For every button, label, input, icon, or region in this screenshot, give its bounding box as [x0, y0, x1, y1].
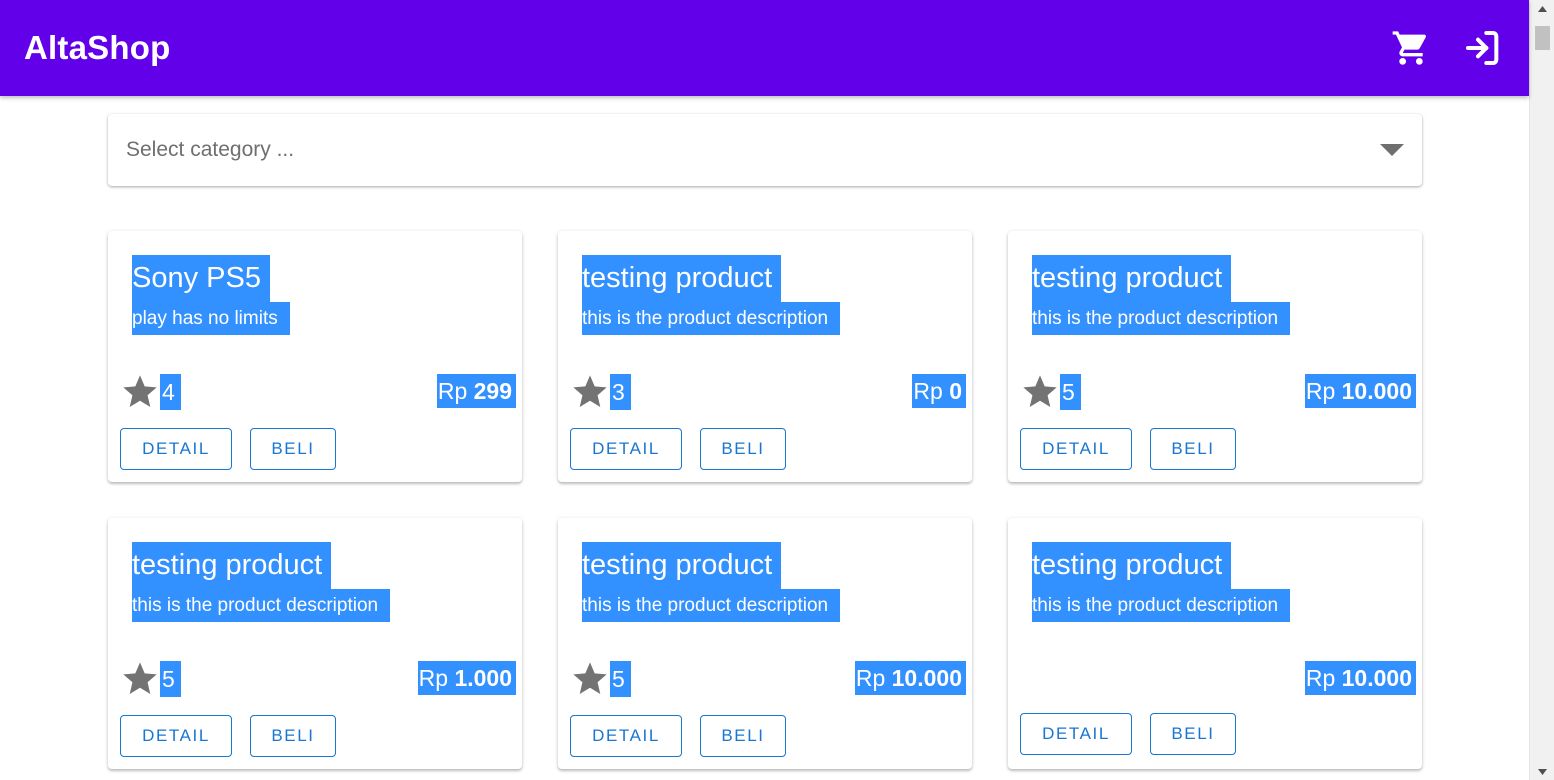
- product-rating: 5: [1020, 374, 1081, 410]
- buy-button[interactable]: BELI: [700, 715, 786, 757]
- star-icon: [1020, 372, 1060, 412]
- cart-icon[interactable]: [1389, 26, 1433, 70]
- product-card: testing product this is the product desc…: [108, 518, 522, 769]
- product-description: this is the product description: [1032, 302, 1291, 335]
- product-card: testing product this is the product desc…: [1008, 518, 1422, 769]
- product-actions: DETAIL BELI: [570, 715, 786, 757]
- product-price: Rp 1.000: [417, 661, 516, 695]
- product-name: Sony PS5: [132, 255, 270, 302]
- product-description: this is the product description: [582, 589, 841, 622]
- star-icon: [570, 659, 610, 699]
- product-description: this is the product description: [132, 589, 391, 622]
- rating-value: 3: [610, 374, 631, 410]
- detail-button[interactable]: DETAIL: [120, 428, 232, 470]
- product-name: testing product: [582, 255, 782, 302]
- category-select-placeholder: Select category ...: [126, 138, 295, 161]
- price-amount: 1.000: [454, 665, 512, 691]
- product-description: play has no limits: [132, 302, 290, 335]
- product-card: Sony PS5 play has no limits 4 Rp 299 DET…: [108, 231, 522, 482]
- detail-button[interactable]: DETAIL: [570, 428, 682, 470]
- product-rating: 3: [570, 374, 631, 410]
- star-icon: [120, 372, 160, 412]
- scroll-down-arrow-icon[interactable]: [1530, 763, 1554, 780]
- product-name: testing product: [582, 542, 782, 589]
- price-amount: 299: [473, 378, 512, 404]
- detail-button[interactable]: DETAIL: [570, 715, 682, 757]
- app-bar: AltaShop: [0, 0, 1529, 96]
- price-currency: Rp: [1305, 378, 1336, 404]
- rating-value: 4: [160, 374, 181, 410]
- product-card: testing product this is the product desc…: [558, 231, 972, 482]
- product-price: Rp 299: [436, 374, 516, 408]
- chevron-down-icon[interactable]: [1380, 143, 1404, 157]
- product-name: testing product: [132, 542, 332, 589]
- price-amount: 10.000: [1341, 665, 1412, 691]
- detail-button[interactable]: DETAIL: [120, 715, 232, 757]
- detail-button[interactable]: DETAIL: [1020, 713, 1132, 755]
- product-card: testing product this is the product desc…: [558, 518, 972, 769]
- buy-button[interactable]: BELI: [700, 428, 786, 470]
- price-currency: Rp: [913, 378, 943, 404]
- product-name: testing product: [1032, 255, 1232, 302]
- price-currency: Rp: [855, 665, 886, 691]
- product-price: Rp 10.000: [1304, 661, 1416, 695]
- rating-value: 5: [1060, 374, 1081, 410]
- star-icon: [120, 659, 160, 699]
- price-amount: 10.000: [1341, 378, 1412, 404]
- buy-button[interactable]: BELI: [250, 715, 336, 757]
- page-scrollbar[interactable]: [1529, 0, 1554, 780]
- category-select[interactable]: Select category ...: [108, 114, 1422, 186]
- product-description: this is the product description: [1032, 589, 1291, 622]
- buy-button[interactable]: BELI: [1150, 713, 1236, 755]
- app-title[interactable]: AltaShop: [24, 29, 170, 67]
- product-card: testing product this is the product desc…: [1008, 231, 1422, 482]
- price-currency: Rp: [418, 665, 449, 691]
- star-icon: [570, 372, 610, 412]
- product-name: testing product: [1032, 542, 1232, 589]
- product-actions: DETAIL BELI: [1020, 713, 1236, 755]
- product-actions: DETAIL BELI: [1020, 428, 1236, 470]
- buy-button[interactable]: BELI: [1150, 428, 1236, 470]
- price-amount: 10.000: [891, 665, 962, 691]
- price-currency: Rp: [437, 378, 468, 404]
- product-rating: 4: [120, 374, 181, 410]
- product-rating: 5: [120, 661, 181, 697]
- scrollbar-thumb[interactable]: [1535, 26, 1550, 50]
- price-currency: Rp: [1305, 665, 1336, 691]
- scroll-up-arrow-icon[interactable]: [1530, 0, 1554, 17]
- product-price: Rp 10.000: [1304, 374, 1416, 408]
- rating-value: 5: [610, 661, 631, 697]
- price-amount: 0: [949, 378, 962, 404]
- product-actions: DETAIL BELI: [120, 715, 336, 757]
- product-actions: DETAIL BELI: [120, 428, 336, 470]
- rating-value: 5: [160, 661, 181, 697]
- product-description: this is the product description: [582, 302, 841, 335]
- login-icon[interactable]: [1461, 26, 1505, 70]
- product-price: Rp 0: [912, 374, 966, 408]
- buy-button[interactable]: BELI: [250, 428, 336, 470]
- product-price: Rp 10.000: [854, 661, 966, 695]
- app-bar-actions: [1389, 26, 1505, 70]
- detail-button[interactable]: DETAIL: [1020, 428, 1132, 470]
- product-actions: DETAIL BELI: [570, 428, 786, 470]
- product-rating: 5: [570, 661, 631, 697]
